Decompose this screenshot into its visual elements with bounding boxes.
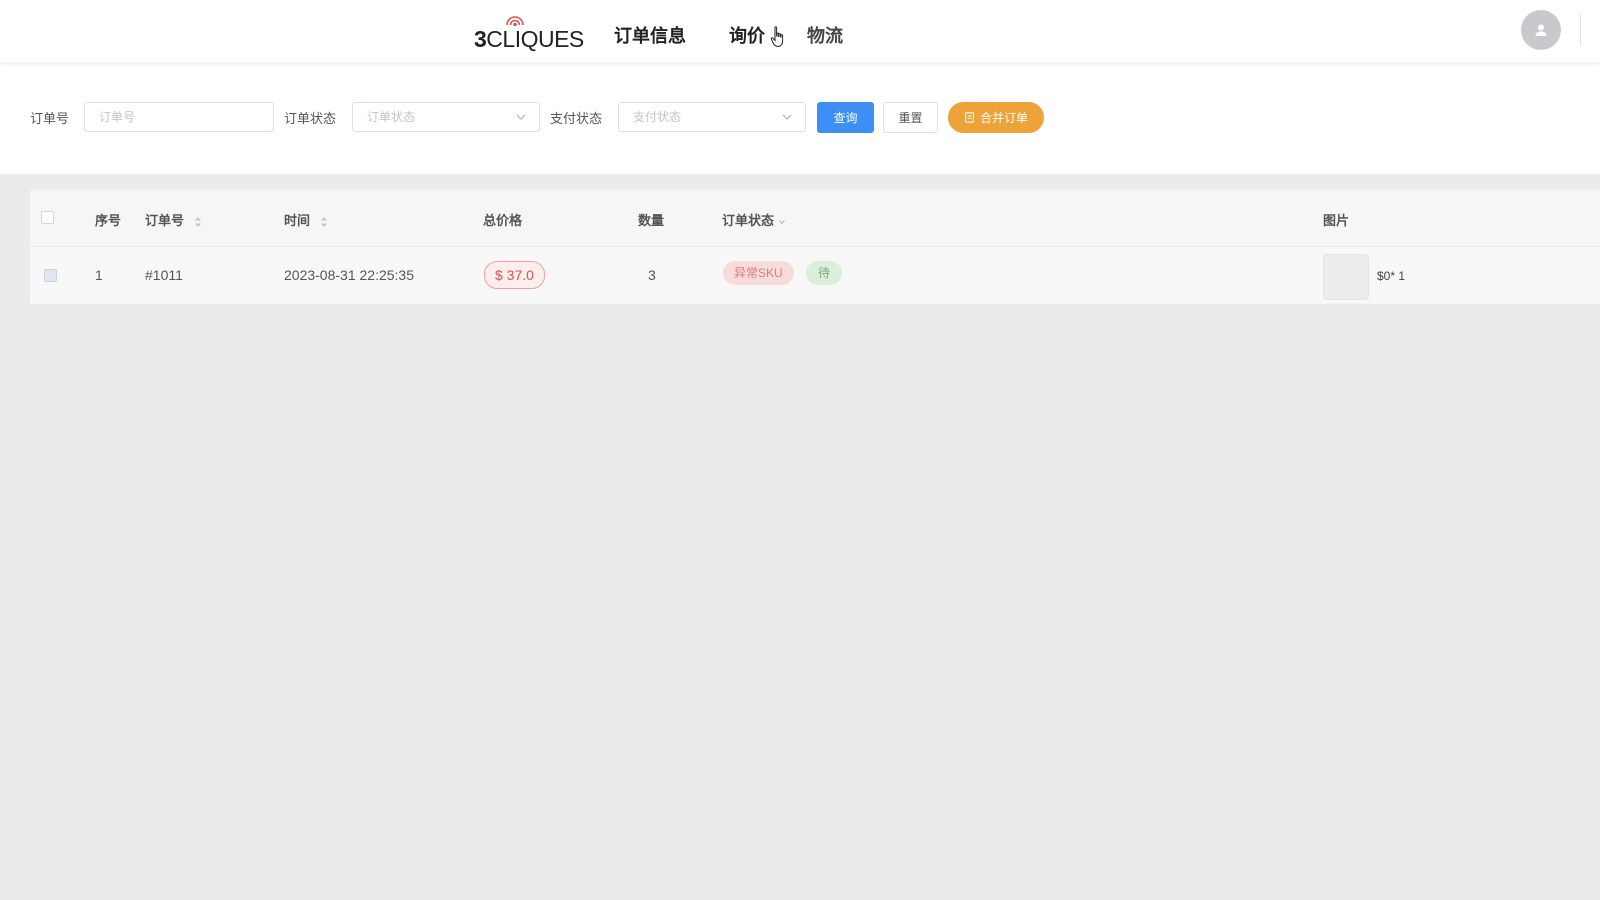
user-avatar[interactable] (1521, 10, 1561, 50)
document-icon (964, 112, 975, 123)
select-all-checkbox[interactable] (41, 211, 54, 224)
table-row[interactable]: 1 #1011 2023-08-31 22:25:35 $ 37.0 3 异常S… (30, 247, 1600, 303)
logo-prefix: 3 (474, 26, 487, 52)
merge-orders-label: 合并订单 (979, 111, 1028, 125)
merge-orders-button[interactable]: 合并订单 (948, 102, 1044, 133)
hand-cursor-icon (770, 26, 784, 48)
order-no-field[interactable] (84, 102, 274, 132)
order-no-label: 订单号 (30, 111, 70, 126)
col-order-no-label: 订单号 (145, 213, 185, 228)
row-order-no: #1011 (145, 267, 183, 283)
brand-logo[interactable]: 3CLIQUES (474, 12, 584, 52)
sort-icon[interactable] (194, 216, 202, 228)
status-badge-abnormal-sku: 异常SKU (723, 261, 794, 285)
row-checkbox[interactable] (44, 269, 57, 282)
search-button[interactable]: 查询 (817, 102, 874, 133)
orders-table: 序号 订单号 时间 总价格 数量 订单状态 图片 1 #1011 2023-08… (30, 190, 1600, 304)
col-index: 序号 (95, 213, 122, 228)
logo-wordmark: CLIQUES (486, 26, 584, 52)
reset-button[interactable]: 重置 (883, 102, 938, 133)
col-order-status-label: 订单状态 (722, 213, 775, 228)
total-price-tag: $ 37.0 (484, 261, 545, 289)
pay-status-label: 支付状态 (550, 111, 603, 126)
col-total-price: 总价格 (483, 213, 523, 228)
filter-chevron-icon[interactable] (778, 218, 786, 226)
col-order-no[interactable]: 订单号 (145, 210, 202, 229)
col-time-label: 时间 (284, 213, 311, 228)
divider (1580, 14, 1581, 46)
row-index: 1 (95, 267, 103, 283)
user-icon (1535, 24, 1547, 36)
status-badge-pending: 待 (806, 261, 843, 285)
chevron-down-icon (782, 114, 792, 120)
col-order-status[interactable]: 订单状态 (722, 210, 786, 229)
order-status-label: 订单状态 (284, 111, 337, 126)
nav-logistics[interactable]: 物流 (807, 22, 843, 48)
signal-icon (506, 16, 524, 26)
filter-panel: 订单号 订单状态 订单状态 支付状态 支付状态 查询 重置 合并订单 (0, 62, 1600, 174)
order-no-input[interactable] (99, 103, 249, 131)
col-quantity: 数量 (638, 213, 665, 228)
nav-order-info[interactable]: 订单信息 (614, 22, 686, 48)
image-caption: $0* 1 (1377, 269, 1406, 283)
chevron-down-icon (516, 114, 526, 120)
row-time: 2023-08-31 22:25:35 (284, 267, 414, 283)
sort-icon[interactable] (320, 216, 328, 228)
table-header: 序号 订单号 时间 总价格 数量 订单状态 图片 (30, 190, 1600, 246)
nav-inquiry[interactable]: 询价 (729, 22, 765, 48)
top-nav-bar: 3CLIQUES 订单信息 询价 物流 (0, 0, 1600, 62)
pay-status-select[interactable]: 支付状态 (618, 102, 806, 132)
row-quantity: 3 (648, 267, 656, 283)
pay-status-placeholder: 支付状态 (633, 110, 682, 124)
col-time[interactable]: 时间 (284, 210, 328, 229)
order-status-select[interactable]: 订单状态 (352, 102, 540, 132)
order-status-placeholder: 订单状态 (367, 110, 416, 124)
col-image: 图片 (1323, 213, 1350, 228)
product-thumbnail[interactable] (1323, 254, 1369, 300)
